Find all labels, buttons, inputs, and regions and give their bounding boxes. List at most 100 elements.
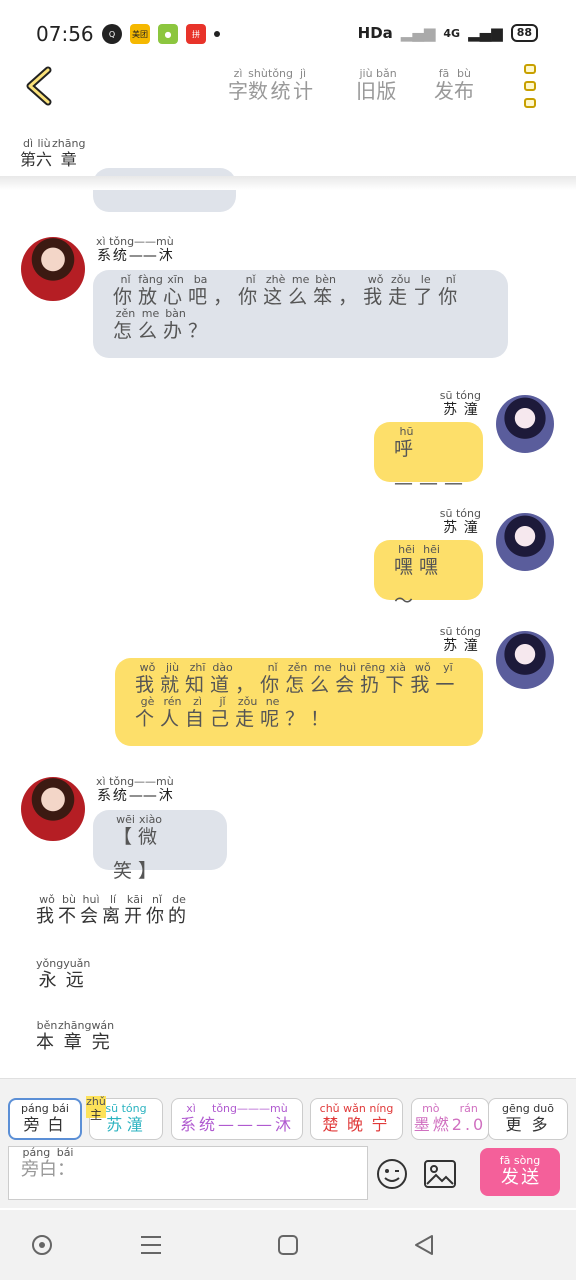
character: ， [338, 286, 364, 308]
character: 章zhāng [58, 1019, 92, 1053]
chevron-left-icon [26, 66, 52, 106]
avatar[interactable] [21, 777, 85, 841]
character: 本běn [36, 1019, 58, 1053]
speaker-name: 系统——沐xì tǒng——mù [96, 235, 174, 265]
word-count-button[interactable]: 字zì数shù统tǒng计jì [228, 67, 313, 104]
cut-off-message-bubble [93, 168, 236, 212]
cell-signal-label: 4G [443, 26, 461, 40]
character: 办bàn [163, 307, 189, 342]
character: 字zì [228, 67, 248, 103]
more-dot-icon [524, 81, 536, 91]
assistant-icon[interactable] [31, 1234, 53, 1256]
character: ！ [310, 708, 336, 730]
message-input[interactable]: 旁白：páng bái [8, 1146, 368, 1200]
speaker-name: 苏潼sū tóng [440, 625, 481, 655]
more-roles-button[interactable]: 更多gēng duō [488, 1098, 568, 1140]
character: 版bǎn [376, 67, 397, 103]
character: 道dào [210, 661, 236, 696]
image-button[interactable] [424, 1160, 456, 1188]
message-bubble[interactable]: 你nǐ放fàng心xīn吧ba，你nǐ这zhè么me笨bèn，我wǒ走zǒu了l… [93, 270, 508, 358]
character: 【wēi [113, 813, 139, 848]
character: 旧jiù [356, 67, 376, 103]
message-bubble[interactable]: 嘿hēi嘿hēi ～ [374, 540, 483, 612]
character: 走zǒu [235, 695, 261, 730]
character: 这zhè [263, 273, 289, 308]
character: 离lí [102, 893, 124, 927]
label: 苏潼sū tóng [439, 389, 481, 418]
label: 旁白páng bái [21, 1102, 69, 1134]
avatar[interactable] [496, 513, 554, 571]
character: 会huì [80, 893, 102, 927]
character: 了le [413, 273, 439, 308]
system-indicators: HDa ▂▄▆ 4G ▂▄▆ 88 [358, 24, 538, 42]
character: 笑 [113, 860, 139, 882]
character: 微xiào [138, 813, 164, 848]
role-chip-chuwanning[interactable]: 楚晚宁chǔ wǎn níng [310, 1098, 403, 1140]
character: 完wán [91, 1019, 115, 1053]
chapter-title: 第dì六liù章zhāng [20, 137, 86, 170]
character: 个gè [135, 695, 161, 730]
character: ， [235, 674, 261, 696]
old-version-button[interactable]: 旧jiù版bǎn [356, 67, 397, 104]
system-nav-bar [0, 1210, 576, 1280]
character: 的de [168, 893, 190, 927]
label: 系统——沐xì tǒng——mù [96, 775, 174, 804]
character: 开kāi [124, 893, 146, 927]
label: 旁白：páng bái [21, 1146, 75, 1180]
q-app-icon: Q [102, 24, 122, 44]
character: 呢ne [260, 695, 286, 730]
character: 我wǒ [410, 661, 436, 696]
wifi-signal-icon: ▂▄▆ [400, 24, 436, 42]
notification-icons: Q 美团 ● 拼 [102, 24, 220, 44]
publish-button[interactable]: 发fā布bù [434, 67, 474, 104]
label: 楚晚宁chǔ wǎn níng [319, 1102, 394, 1134]
character: 嘿hēi [419, 543, 445, 578]
character: 知zhī [185, 661, 211, 696]
character: 人rén [160, 695, 186, 730]
role-chip-system[interactable]: 系统———沐xì tǒng———mù [171, 1098, 303, 1140]
character: 怎zěn [113, 307, 139, 342]
character: 远yuǎn [63, 957, 91, 991]
message-bubble[interactable]: 【wēi微xiào 笑】 [93, 810, 227, 882]
character: 我wǒ [363, 273, 389, 308]
avatar[interactable] [496, 631, 554, 689]
character: 六liù [36, 137, 53, 169]
character: ～ [394, 590, 420, 612]
character: 自zì [185, 695, 211, 730]
character: 吧ba [188, 273, 214, 308]
character: 么me [288, 273, 314, 308]
home-icon[interactable] [277, 1234, 299, 1256]
message-bubble[interactable]: 呼hū——— [374, 422, 483, 494]
back-nav-icon[interactable] [413, 1234, 435, 1256]
character: 永yǒng [36, 957, 64, 991]
character: 布bù [454, 67, 474, 103]
label: 系统———沐xì tǒng———mù [179, 1102, 294, 1134]
avatar[interactable] [496, 395, 554, 453]
more-dot-icon [524, 98, 536, 108]
role-chip-moran[interactable]: 墨燃2.0mò rán [411, 1098, 489, 1140]
send-button[interactable]: 发送fā sòng [480, 1148, 560, 1196]
message-bubble[interactable]: 我wǒ就jiù知zhī道dào，你nǐ怎zěn么me会huì扔rēng下xià我… [115, 658, 483, 746]
speaker-name: 苏潼sū tóng [439, 389, 481, 419]
image-icon [424, 1160, 456, 1188]
role-chip-narrator[interactable]: 旁白páng bái [8, 1098, 82, 1140]
character: 我wǒ [36, 893, 58, 927]
character: 】 [138, 860, 164, 882]
more-menu-button[interactable] [524, 64, 536, 108]
clock: 07:56 [36, 22, 94, 46]
more-notifications-dot [214, 31, 220, 37]
more-dot-icon [524, 64, 536, 74]
app-icon: ● [158, 24, 178, 44]
character: 章zhāng [52, 137, 86, 169]
menu-icon[interactable] [140, 1234, 162, 1256]
label: 主zhǔ [86, 1095, 106, 1122]
emoji-icon [377, 1159, 407, 1189]
character: 心xīn [163, 273, 189, 308]
avatar[interactable] [21, 237, 85, 301]
narration-text[interactable]: 本běn章zhāng完wán [36, 1019, 115, 1054]
narration-text[interactable]: 永yǒng远yuǎn [36, 957, 91, 992]
emoji-button[interactable] [376, 1158, 408, 1190]
narration-text[interactable]: 我wǒ不bù会huì离lí开kāi你nǐ的de [36, 893, 190, 928]
back-button[interactable] [22, 66, 62, 106]
network-label: HDa [357, 24, 393, 42]
